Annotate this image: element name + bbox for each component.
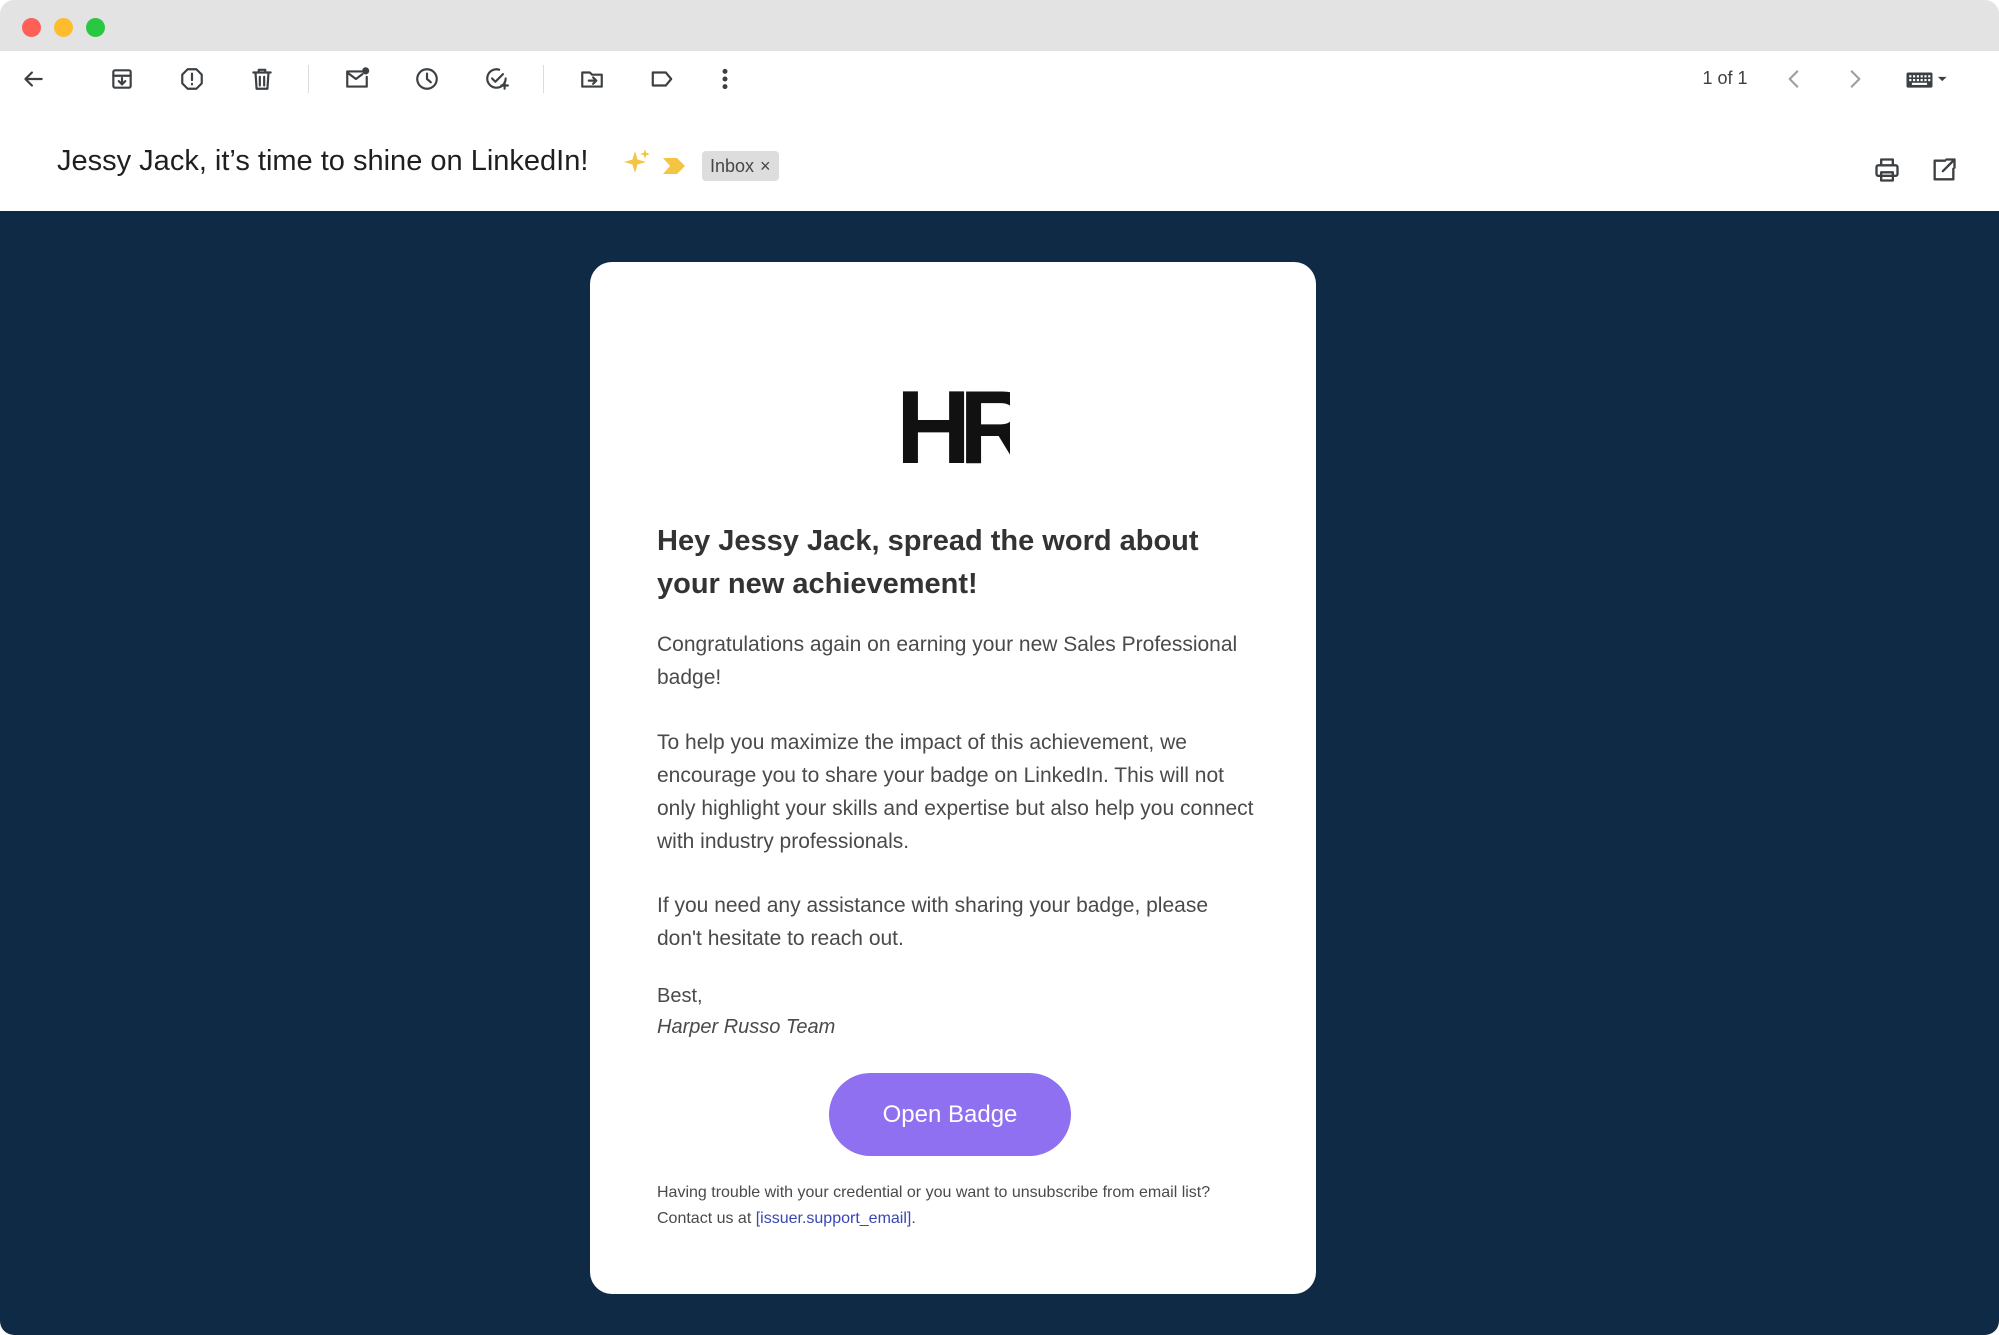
- label-button[interactable]: [643, 60, 681, 98]
- archive-button[interactable]: [103, 60, 141, 98]
- more-options-button[interactable]: [706, 60, 744, 98]
- share-paragraph: To help you maximize the impact of this …: [657, 731, 1254, 853]
- print-button[interactable]: [1870, 153, 1904, 187]
- toolbar-divider: [543, 65, 544, 93]
- congrats-paragraph: Congratulations again on earning your ne…: [657, 633, 1238, 689]
- delete-button[interactable]: [243, 60, 281, 98]
- hr-logo-text: HR.: [896, 377, 1010, 467]
- footer-text: Having trouble with your credential or y…: [657, 1184, 1211, 1227]
- subject-row: Jessy Jack, it’s time to shine on Linked…: [0, 107, 1999, 211]
- move-to-icon: [581, 71, 603, 88]
- toolbar-divider: [308, 65, 309, 93]
- assistance-paragraph: If you need any assistance with sharing …: [657, 894, 1209, 950]
- snooze-button[interactable]: [408, 60, 446, 98]
- report-spam-button[interactable]: [173, 60, 211, 98]
- mail-window: 1 of 1 Jessy Jack, it’s time to shine on…: [0, 0, 1999, 1335]
- input-tools-button[interactable]: [1896, 60, 1956, 98]
- signoff: Best, Harper Russo Team: [657, 981, 835, 1043]
- maximize-window-button[interactable]: [86, 18, 105, 37]
- more-vert-icon: [722, 68, 728, 90]
- minimize-window-button[interactable]: [54, 18, 73, 37]
- chevron-left-icon: [1788, 70, 1799, 88]
- mark-unread-button[interactable]: [338, 60, 376, 98]
- remove-label-button[interactable]: ×: [760, 156, 771, 177]
- snooze-icon: [416, 68, 438, 90]
- email-body-background: HR. Hey Jessy Jack, spread the word abou…: [0, 211, 1999, 1335]
- add-task-button[interactable]: [478, 60, 516, 98]
- footer-end: .: [911, 1210, 916, 1227]
- window-titlebar: [0, 0, 1999, 51]
- signoff-greeting: Best,: [657, 985, 703, 1007]
- sparkles-icon: [624, 149, 650, 173]
- mark-unread-icon: [346, 67, 370, 88]
- back-arrow-icon: [24, 71, 43, 87]
- email-subject: Jessy Jack, it’s time to shine on Linked…: [57, 145, 589, 177]
- signoff-team: Harper Russo Team: [657, 1016, 836, 1038]
- newer-button[interactable]: [1775, 60, 1813, 98]
- email-heading: Hey Jessy Jack, spread the word about yo…: [657, 525, 1199, 600]
- move-to-button[interactable]: [573, 60, 611, 98]
- support-email-link[interactable]: [issuer.support_email]: [756, 1210, 912, 1227]
- email-footer: Having trouble with your credential or y…: [657, 1180, 1257, 1232]
- delete-icon: [252, 68, 272, 90]
- inbox-label-text: Inbox: [710, 155, 755, 176]
- pager-count: 1 of 1: [1702, 68, 1748, 88]
- hr-logo: HR.: [896, 377, 1010, 467]
- inbox-label-chip: Inbox ×: [702, 151, 779, 181]
- email-card: HR. Hey Jessy Jack, spread the word abou…: [590, 262, 1316, 1294]
- add-task-icon: [486, 68, 509, 90]
- open-badge-button[interactable]: Open Badge: [829, 1073, 1071, 1156]
- chevron-right-icon: [1850, 70, 1861, 88]
- importance-marker-icon[interactable]: [662, 157, 686, 175]
- back-button[interactable]: [14, 60, 52, 98]
- open-in-new-icon: [1933, 158, 1956, 181]
- report-spam-icon: [181, 68, 203, 90]
- keyboard-icon: [1906, 72, 1947, 88]
- print-icon: [1875, 158, 1899, 182]
- older-button[interactable]: [1836, 60, 1874, 98]
- open-new-window-button[interactable]: [1927, 153, 1961, 187]
- label-icon: [651, 71, 673, 87]
- archive-icon: [112, 69, 132, 89]
- close-window-button[interactable]: [22, 18, 41, 37]
- message-toolbar: 1 of 1: [0, 51, 1999, 107]
